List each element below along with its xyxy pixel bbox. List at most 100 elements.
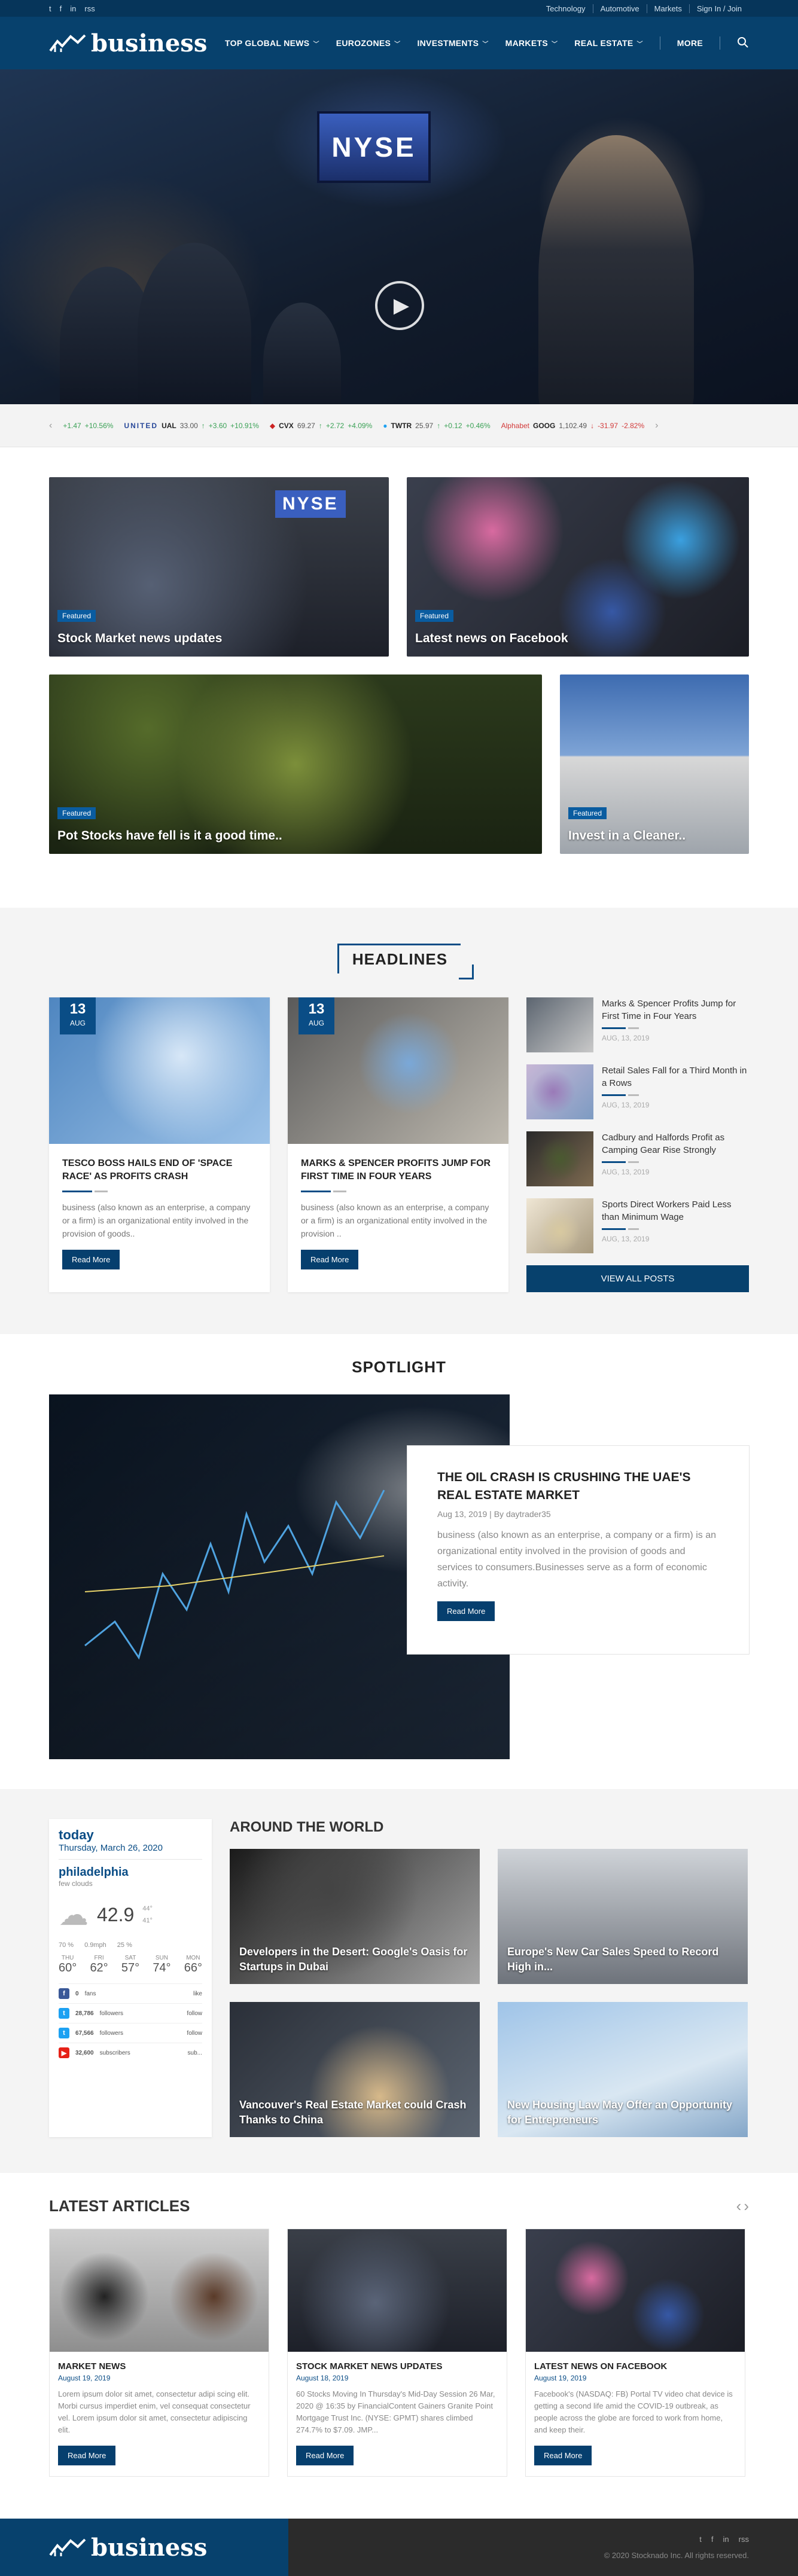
social-action[interactable]: sub... (188, 2050, 202, 2056)
facebook-icon[interactable]: f (60, 4, 62, 13)
headline-excerpt: business (also known as an enterprise, a… (62, 1202, 251, 1238)
ticker-brand: Alphabet (501, 421, 529, 430)
read-more-button[interactable]: Read More (58, 2446, 116, 2465)
play-button[interactable]: ▶ (375, 281, 424, 330)
search-icon[interactable] (737, 36, 749, 50)
social-action[interactable]: follow (187, 2010, 202, 2017)
twitter-icon[interactable]: t (49, 4, 51, 13)
post-title[interactable]: Marks & Spencer Profits Jump for First T… (602, 997, 749, 1023)
read-more-button[interactable]: Read More (534, 2446, 592, 2465)
ticker-item[interactable]: ● TWTR 25.97 ↑ +0.12 +0.46% (383, 422, 490, 430)
forecast-day: FRI 62° (90, 1955, 108, 1974)
ticker-change: +3.60 (208, 421, 227, 430)
around-world: AROUND THE WORLD Developers in the Deser… (230, 1819, 749, 2137)
latest-card-title[interactable]: STOCK MARKET NEWS UPDATES (296, 2361, 498, 2371)
featured-tag: Featured (568, 807, 607, 819)
headline-card[interactable]: 13 AUG TESCO BOSS HAILS END OF 'SPACE RAC… (49, 997, 270, 1292)
social-counter[interactable]: ▶ 32,600 subscribers sub... (59, 2043, 202, 2062)
nav-investments[interactable]: INVESTMENTS ﹀ (417, 38, 488, 48)
read-more-button[interactable]: Read More (296, 2446, 354, 2465)
weather-temp: ☁ 42.9 44° 41° (59, 1897, 202, 1932)
chevron-down-icon: ﹀ (394, 41, 401, 48)
featured-tag: Featured (415, 610, 454, 622)
spotlight-author[interactable]: By daytrader35 (494, 1509, 551, 1519)
headline-sidebar: Marks & Spencer Profits Jump for First T… (526, 997, 749, 1292)
ticker-item[interactable]: UNITED UAL 33.00 ↑ +3.60 +10.91% (124, 422, 258, 430)
facebook-icon[interactable]: f (711, 2535, 714, 2544)
footer-right: t f in rss © 2020 Stocknado Inc. All rig… (288, 2519, 798, 2576)
ticker-next-icon[interactable]: › (655, 420, 658, 431)
post-title[interactable]: Retail Sales Fall for a Third Month in a… (602, 1064, 749, 1089)
top-link-automotive[interactable]: Automotive (592, 4, 647, 13)
ticker-prev-icon[interactable]: ‹ (49, 420, 52, 431)
sign-in-link[interactable]: Sign In / Join (689, 4, 749, 13)
hero-video[interactable]: NYSE ▶ (0, 69, 798, 404)
nav-eurozones[interactable]: EUROZONES ﹀ (336, 38, 401, 48)
sidebar-post[interactable]: Sports Direct Workers Paid Less than Min… (526, 1198, 749, 1253)
nav-top-global-news[interactable]: TOP GLOBAL NEWS ﹀ (225, 38, 319, 48)
latest-card-title[interactable]: LATEST NEWS ON FACEBOOK (534, 2361, 736, 2371)
sidebar-post[interactable]: Marks & Spencer Profits Jump for First T… (526, 997, 749, 1052)
linkedin-icon[interactable]: in (70, 4, 76, 13)
rss-icon[interactable]: rss (84, 4, 95, 13)
headline-title[interactable]: TESCO BOSS HAILS END OF 'SPACE RACE' AS … (62, 1157, 257, 1183)
nav-label: EUROZONES (336, 38, 391, 48)
featured-section: NYSE Featured Stock Market news updates … (0, 447, 798, 908)
sidebar-post[interactable]: Retail Sales Fall for a Third Month in a… (526, 1064, 749, 1119)
read-more-button[interactable]: Read More (62, 1250, 120, 1269)
twitter-icon[interactable]: t (699, 2535, 702, 2544)
chevron-right-icon[interactable]: › (744, 2197, 749, 2215)
wind-value: 0.9mph (84, 1942, 106, 1949)
social-counter[interactable]: t 67,566 followers follow (59, 2023, 202, 2043)
nav-more[interactable]: MORE (677, 38, 703, 48)
site-logo[interactable]: business (49, 29, 207, 57)
nav-real-estate[interactable]: REAL ESTATE ﹀ (574, 38, 643, 48)
ticker-item[interactable]: ◆ CVX 69.27 ↑ +2.72 +4.09% (270, 422, 372, 430)
weather-stats: 70 % 0.9mph 25 % (59, 1942, 202, 1949)
linkedin-icon[interactable]: in (723, 2535, 729, 2544)
twitter-icon: t (59, 2008, 69, 2019)
accent-bar (602, 1027, 749, 1029)
featured-card[interactable]: NYSE Featured Stock Market news updates (49, 477, 389, 657)
ticker-item[interactable]: Alphabet GOOG 1,102.49 ↓ -31.97 -2.82% (501, 422, 645, 430)
chevron-left-icon[interactable]: ‹ (736, 2197, 742, 2215)
spotlight-headline[interactable]: THE OIL CRASH IS CRUSHING THE UAE'S REAL… (437, 1469, 719, 1504)
featured-card[interactable]: Featured Pot Stocks have fell is it a go… (49, 674, 542, 854)
nav-markets[interactable]: MARKETS ﹀ (505, 38, 558, 48)
world-article[interactable]: Developers in the Desert: Google's Oasis… (230, 1849, 480, 1984)
rss-icon[interactable]: rss (739, 2535, 749, 2544)
read-more-button[interactable]: Read More (301, 1250, 359, 1269)
headline-title[interactable]: MARKS & SPENCER PROFITS JUMP FOR FIRST T… (301, 1157, 495, 1183)
ticker-price: 25.97 (415, 421, 434, 430)
latest-card-title[interactable]: MARKET NEWS (58, 2361, 260, 2371)
top-link-technology[interactable]: Technology (539, 4, 593, 13)
world-article[interactable]: Vancouver's Real Estate Market could Cra… (230, 2002, 480, 2137)
social-counter[interactable]: t 28,786 followers follow (59, 2003, 202, 2023)
ticker-item[interactable]: +1.47 +10.56% (63, 422, 113, 430)
top-link-markets[interactable]: Markets (646, 4, 689, 13)
featured-card[interactable]: Featured Latest news on Facebook (407, 477, 749, 657)
sidebar-post[interactable]: Cadbury and Halfords Profit as Camping G… (526, 1131, 749, 1186)
social-action[interactable]: follow (187, 2030, 202, 2037)
world-article[interactable]: Europe's New Car Sales Speed to Record H… (498, 1849, 748, 1984)
ticker-price: 1,102.49 (559, 421, 587, 430)
read-more-button[interactable]: Read More (437, 1601, 495, 1621)
post-title[interactable]: Sports Direct Workers Paid Less than Min… (602, 1198, 749, 1223)
footer-brand: business (0, 2519, 288, 2576)
latest-image (288, 2229, 507, 2352)
post-title[interactable]: Cadbury and Halfords Profit as Camping G… (602, 1131, 749, 1156)
social-counter[interactable]: f 0 fans like (59, 1983, 202, 2003)
world-article[interactable]: New Housing Law May Offer an Opportunity… (498, 2002, 748, 2137)
headline-card[interactable]: 13 AUG MARKS & SPENCER PROFITS JUMP FOR F… (288, 997, 508, 1292)
footer-logo[interactable]: business (49, 2534, 207, 2562)
date-month: AUG (308, 1019, 324, 1027)
social-action[interactable]: like (193, 1991, 202, 1997)
latest-card[interactable]: STOCK MARKET NEWS UPDATES August 18, 2019… (287, 2229, 507, 2477)
featured-row: NYSE Featured Stock Market news updates … (49, 477, 749, 657)
spotlight-section: SPOTLIGHT THE OIL CRASH IS CRUSHING THE … (0, 1334, 798, 1789)
latest-card[interactable]: LATEST NEWS ON FACEBOOK August 19, 2019 Fa… (525, 2229, 745, 2477)
view-all-posts-button[interactable]: VIEW ALL POSTS (526, 1265, 749, 1292)
headline-image: 13 AUG (288, 997, 508, 1144)
featured-card[interactable]: Featured Invest in a Cleaner.. (560, 674, 749, 854)
latest-card[interactable]: MARKET NEWS August 19, 2019 Lorem ipsum do… (49, 2229, 269, 2477)
